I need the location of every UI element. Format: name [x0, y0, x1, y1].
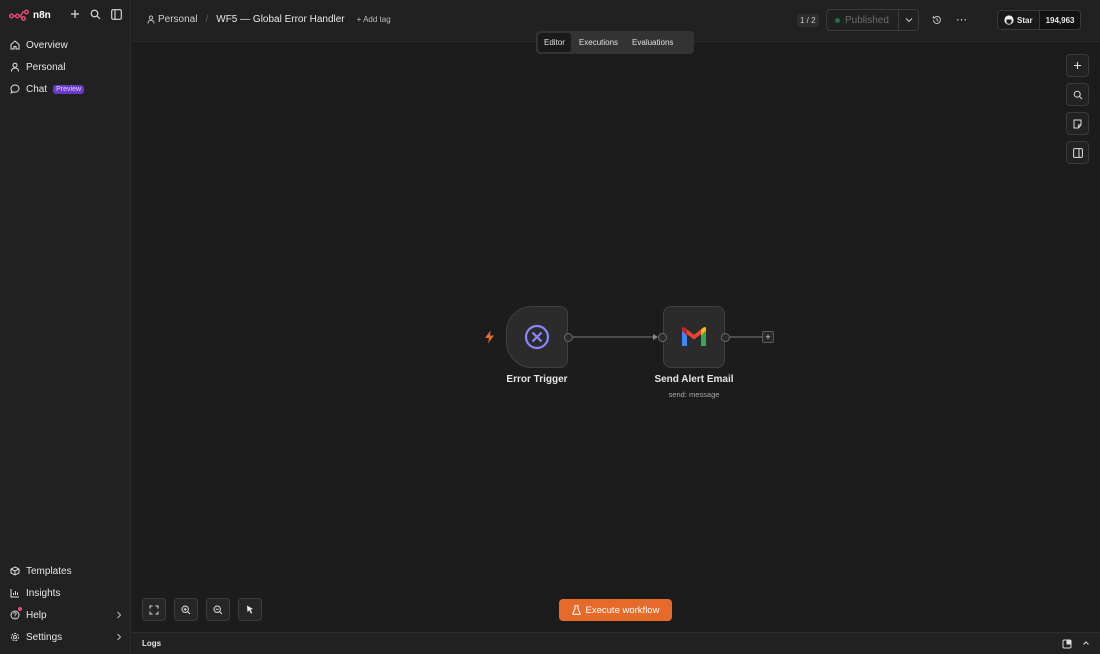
search-nodes-button[interactable]: [1066, 83, 1089, 106]
sidebar-item-overview[interactable]: Overview: [0, 34, 131, 56]
sidebar-item-label: Templates: [26, 565, 72, 577]
more-options-icon[interactable]: ⋯: [956, 13, 968, 26]
github-icon: [1004, 15, 1014, 25]
logs-label: Logs: [142, 639, 162, 648]
github-star-label: Star: [1017, 15, 1033, 25]
help-circle-icon: [10, 607, 22, 620]
publish-label: Published: [845, 14, 889, 26]
node-send-alert-email[interactable]: [663, 306, 725, 368]
execute-workflow-button[interactable]: Execute workflow: [559, 599, 672, 621]
github-star-button[interactable]: Star: [998, 11, 1039, 29]
breadcrumb: Personal / WF5 — Global Error Handler + …: [147, 14, 391, 25]
user-icon: [147, 15, 155, 24]
popout-icon[interactable]: [1062, 639, 1072, 649]
chevron-up-icon[interactable]: [1082, 639, 1090, 647]
bar-chart-icon: [10, 588, 20, 598]
zoom-in-icon: [181, 604, 191, 614]
gmail-icon: [682, 327, 706, 346]
execute-label: Execute workflow: [585, 604, 660, 616]
status-dot: [835, 17, 840, 23]
sidebar-item-label: Personal: [26, 61, 66, 73]
sidebar-item-help[interactable]: Help: [0, 604, 131, 626]
notification-dot: [18, 607, 22, 611]
sidebar-toggle-icon[interactable]: [110, 7, 123, 21]
sidebar-item-chat[interactable]: Chat Preview: [0, 78, 131, 100]
toggle-panel-button[interactable]: [1066, 141, 1089, 164]
sidebar-item-label: Settings: [26, 631, 63, 643]
zoom-in-button[interactable]: [174, 598, 198, 621]
box-icon: [10, 566, 20, 576]
sidebar-tools: [68, 7, 123, 21]
sidebar-item-settings[interactable]: Settings: [0, 626, 131, 648]
tab-editor[interactable]: Editor: [538, 33, 571, 52]
search-icon: [1073, 90, 1082, 99]
node-label: Send Alert Email: [654, 374, 734, 385]
project-link[interactable]: Personal: [147, 14, 197, 25]
sidebar-nav-bottom: Templates Insights Help Settings: [0, 560, 131, 648]
sidebar-item-templates[interactable]: Templates: [0, 560, 131, 582]
node-subtitle: send: message: [668, 390, 720, 399]
magic-wand-icon: [246, 605, 253, 614]
workflow-canvas[interactable]: [132, 43, 1100, 632]
canvas-zoom-controls: [142, 598, 262, 621]
add-tag-button[interactable]: + Add tag: [357, 15, 391, 24]
gear-icon: [10, 632, 20, 642]
tab-executions[interactable]: Executions: [573, 33, 624, 52]
canvas-side-tools: [1066, 54, 1089, 164]
sidebar-item-label: Overview: [26, 39, 68, 51]
chevron-right-icon: [117, 633, 122, 641]
logs-panel-bar[interactable]: Logs: [132, 632, 1100, 654]
plus-icon[interactable]: [68, 7, 81, 21]
panel-right-icon: [1072, 147, 1083, 158]
fullscreen-icon: [149, 605, 159, 614]
publish-button[interactable]: Published: [827, 15, 898, 26]
project-name: Personal: [158, 14, 198, 25]
plus-icon: [1074, 62, 1081, 69]
user-icon: [10, 62, 20, 72]
preview-badge: Preview: [53, 84, 85, 94]
output-handle[interactable]: [721, 333, 730, 342]
tab-evaluations[interactable]: Evaluations: [626, 33, 679, 52]
sticky-note-button[interactable]: [1066, 112, 1089, 135]
home-icon: [10, 40, 20, 50]
sticky-note-icon: [1073, 119, 1082, 128]
brand-name: n8n: [33, 9, 51, 21]
add-next-node-button[interactable]: +: [762, 331, 774, 343]
sidebar-item-label: Insights: [26, 587, 61, 599]
input-handle[interactable]: [658, 333, 667, 342]
github-star-count[interactable]: 194,963: [1038, 11, 1081, 29]
node-label: Error Trigger: [506, 374, 568, 385]
zoom-out-icon: [213, 604, 223, 614]
github-star-widget[interactable]: Star 194,963: [997, 10, 1082, 30]
sidebar-item-personal[interactable]: Personal: [0, 56, 131, 78]
search-icon[interactable]: [89, 7, 102, 21]
publish-dropdown[interactable]: [898, 10, 918, 30]
sidebar-item-insights[interactable]: Insights: [0, 582, 131, 604]
publish-control: Published: [826, 9, 919, 31]
fit-view-button[interactable]: [142, 598, 166, 621]
n8n-logo-icon: [9, 9, 29, 21]
n8n-workflow-editor: n8n Overview Personal Chat Preview Templ…: [0, 0, 1100, 654]
output-handle[interactable]: [564, 333, 573, 342]
sidebar-item-label: Help: [26, 609, 47, 621]
tidy-up-button[interactable]: [238, 598, 262, 621]
error-x-circle-icon: [524, 324, 550, 350]
chevron-right-icon: [117, 611, 122, 619]
zoom-out-button[interactable]: [206, 598, 230, 621]
brand[interactable]: n8n: [9, 7, 51, 23]
trigger-bolt-icon: [485, 330, 494, 344]
breadcrumb-separator: /: [205, 14, 209, 25]
flask-icon: [571, 605, 581, 615]
node-error-trigger[interactable]: [506, 306, 568, 368]
sidebar-nav-top: Overview Personal Chat Preview: [0, 34, 131, 100]
chat-bubble-icon: [10, 84, 20, 94]
chevron-down-icon: [905, 18, 912, 23]
add-node-button[interactable]: [1066, 54, 1089, 77]
history-icon[interactable]: [932, 15, 942, 25]
sidebar: n8n Overview Personal Chat Preview Templ…: [0, 0, 131, 654]
workflow-title[interactable]: WF5 — Global Error Handler: [216, 14, 344, 25]
version-indicator[interactable]: 1 / 2: [797, 14, 819, 27]
sidebar-item-label: Chat: [26, 83, 48, 95]
view-tabs: Editor Executions Evaluations: [536, 31, 694, 54]
